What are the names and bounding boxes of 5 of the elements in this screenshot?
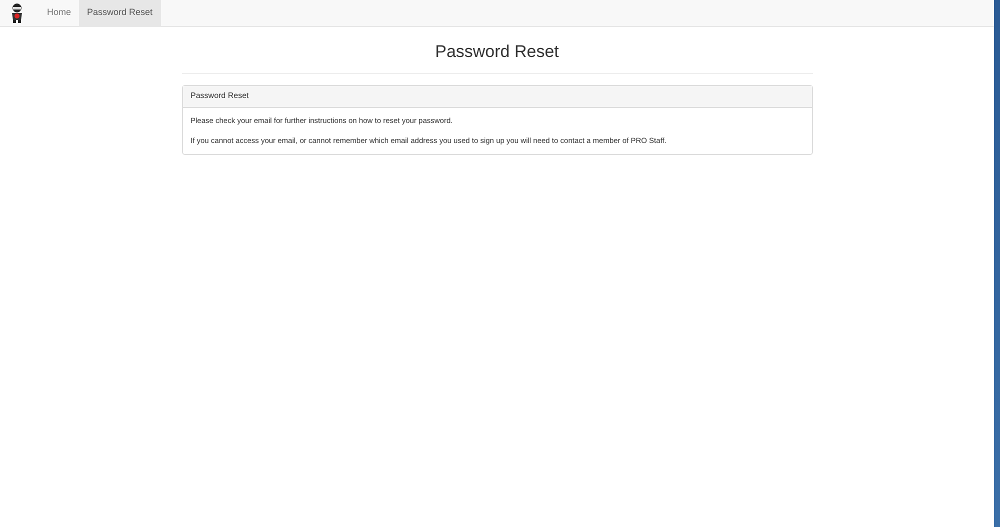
page-title: Password Reset [435, 41, 559, 63]
mascot-logo-icon[interactable] [9, 3, 25, 23]
nav-link[interactable]: Password Reset [79, 0, 161, 26]
nav-link[interactable]: Home [39, 0, 80, 26]
panel-heading: Password Reset [182, 86, 812, 108]
